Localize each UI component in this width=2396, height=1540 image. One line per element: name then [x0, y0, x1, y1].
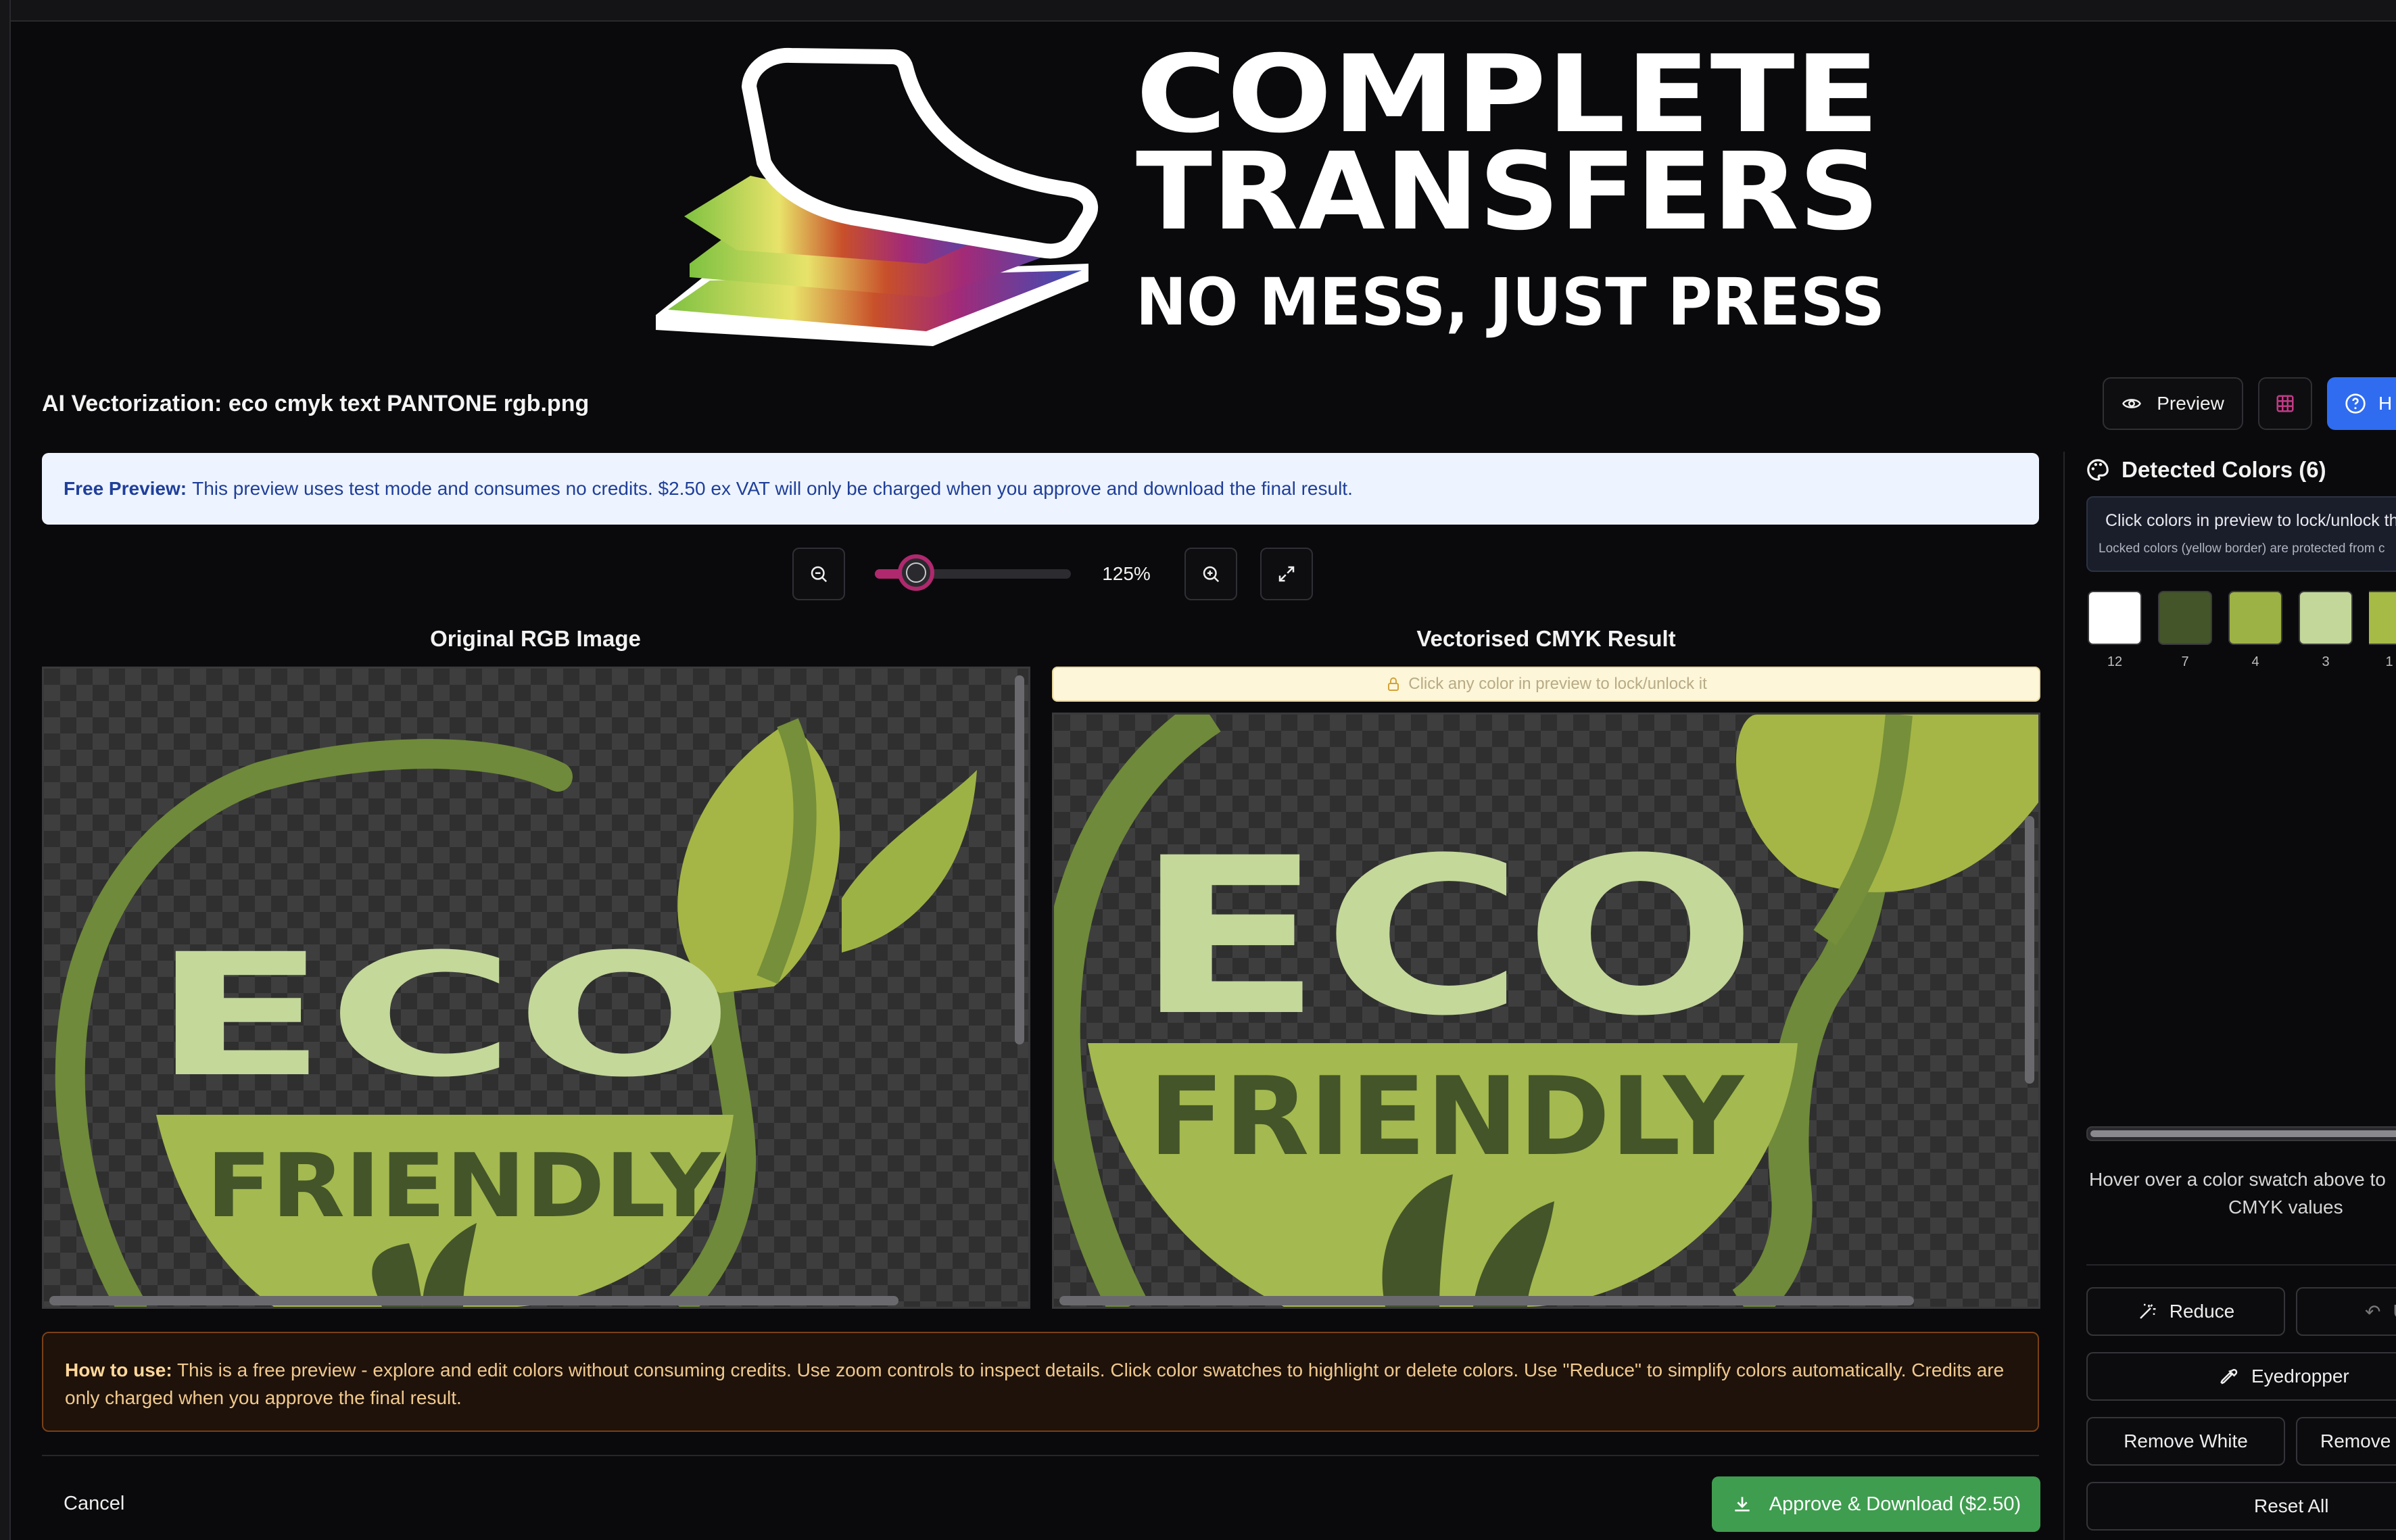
magic-wand-icon [2139, 1303, 2156, 1319]
howto-text: This is a free preview - explore and edi… [65, 1359, 2005, 1408]
approve-download-button[interactable]: Approve & Download ($2.50) [1712, 1476, 2040, 1532]
zoom-slider[interactable] [875, 554, 1071, 591]
expand-icon [1278, 566, 1295, 582]
cancel-button[interactable]: Cancel [64, 1493, 124, 1515]
swatch-chip[interactable] [2369, 591, 2396, 645]
grid-toggle-button[interactable] [2258, 377, 2312, 430]
fullscreen-button[interactable] [1260, 548, 1313, 600]
window-left-edge [0, 0, 11, 1540]
undo-button[interactable]: ↶ U [2296, 1287, 2396, 1336]
remove-white-label: Remove White [2124, 1430, 2248, 1451]
undo-icon: ↶ [2365, 1301, 2381, 1322]
hover-hint: Hover over a color swatch above to CMYK … [2089, 1165, 2396, 1221]
eyedropper-label: Eyedropper [2251, 1366, 2349, 1387]
detected-colors-title: Detected Colors (6) [2085, 457, 2326, 483]
grid-icon [2276, 395, 2294, 412]
zoom-out-icon [811, 566, 828, 583]
remove-white-button[interactable]: Remove White [2086, 1417, 2285, 1466]
logo-tagline: NO MESS, JUST PRESS [1136, 264, 1885, 340]
hover-hint-line-1: Hover over a color swatch above to [2089, 1169, 2386, 1190]
result-eco-text: ECO [1135, 812, 1757, 1063]
palette-icon [2087, 459, 2109, 481]
footer-divider [42, 1455, 2039, 1456]
original-friendly-text: FRIENDLY [206, 1134, 721, 1237]
preview-button[interactable]: Preview [2103, 377, 2243, 430]
help-button[interactable]: H [2327, 377, 2396, 430]
lock-info-line-1: Click colors in preview to lock/unlock t… [2105, 511, 2396, 530]
zoom-in-button[interactable] [1184, 548, 1237, 600]
result-artwork: ECO FRIENDLY [1054, 715, 2038, 1307]
zoom-controls: 125% [792, 548, 1313, 600]
swatch-count: 12 [2107, 654, 2123, 669]
logo-mark [656, 47, 1099, 346]
swatch-chip[interactable] [2088, 591, 2142, 645]
color-swatch[interactable]: 3 [2299, 591, 2353, 670]
how-to-use-panel: How to use: This is a free preview - exp… [42, 1332, 2039, 1432]
result-heading: Vectorised CMYK Result [1416, 626, 1676, 651]
swatch-chip[interactable] [2158, 591, 2212, 645]
original-eco-text: ECO [152, 917, 734, 1114]
remove-label: Remove [2320, 1430, 2391, 1451]
color-swatches: 12 7 4 3 1 [2088, 591, 2396, 670]
result-vertical-scrollbar[interactable] [2025, 816, 2034, 1084]
undo-label: U [2393, 1301, 2396, 1322]
color-swatch[interactable]: 1 [2369, 591, 2396, 670]
swatch-scrollbar[interactable] [2086, 1126, 2396, 1141]
swatch-count: 1 [2385, 654, 2393, 669]
result-image-viewer[interactable]: ECO FRIENDLY [1052, 713, 2040, 1309]
side-separator [2086, 1264, 2396, 1266]
original-image-viewer[interactable]: ECO FRIENDLY [42, 667, 1030, 1309]
lock-icon [1388, 677, 1399, 691]
page-title: AI Vectorization: eco cmyk text PANTONE … [42, 391, 590, 416]
brand-logo: COMPLETE TRANSFERS NO MESS, JUST PRESS [656, 47, 1885, 346]
eye-icon [2122, 399, 2142, 408]
swatch-chip[interactable] [2299, 591, 2353, 645]
zoom-slider-thumb[interactable] [898, 554, 934, 591]
swatch-count: 4 [2251, 654, 2259, 669]
swatch-count: 7 [2181, 654, 2189, 669]
result-friendly-text: FRIENDLY [1149, 1053, 1745, 1180]
eyedropper-button[interactable]: Eyedropper [2086, 1352, 2396, 1401]
free-preview-notice: Free Preview: This preview uses test mod… [42, 453, 2039, 525]
preview-label: Preview [2157, 393, 2224, 414]
reduce-button[interactable]: Reduce [2086, 1287, 2285, 1336]
lock-hint-bar: Click any color in preview to lock/unloc… [1052, 667, 2040, 702]
original-artwork: ECO FRIENDLY [55, 718, 977, 1307]
notice-text: This preview uses test mode and consumes… [192, 478, 1353, 499]
zoom-out-button[interactable] [792, 548, 845, 600]
approve-label: Approve & Download ($2.50) [1769, 1493, 2021, 1515]
howto-bold: How to use: [65, 1359, 172, 1380]
help-circle-icon [2345, 393, 2366, 414]
eyedropper-icon [2220, 1368, 2238, 1385]
swatch-chip[interactable] [2228, 591, 2282, 645]
lock-hint-text: Click any color in preview to lock/unloc… [1408, 675, 1707, 693]
zoom-in-icon [1203, 566, 1220, 583]
hover-hint-line-2: CMYK values [2228, 1197, 2343, 1218]
original-horizontal-scrollbar[interactable] [49, 1296, 899, 1305]
color-swatch[interactable]: 7 [2158, 591, 2212, 670]
download-icon [1735, 1497, 1750, 1512]
color-swatch[interactable]: 4 [2228, 591, 2282, 670]
remove-button[interactable]: Remove [2296, 1417, 2396, 1466]
reset-all-button[interactable]: Reset All [2086, 1482, 2396, 1531]
lock-info-line-2: Locked colors (yellow border) are protec… [2099, 542, 2385, 556]
zoom-level: 125% [1102, 563, 1151, 584]
original-heading: Original RGB Image [430, 626, 641, 651]
color-swatch[interactable]: 12 [2088, 591, 2142, 670]
side-panel-divider [2063, 452, 2065, 1540]
top-actions: Preview H [2103, 377, 2396, 430]
original-vertical-scrollbar[interactable] [1015, 675, 1024, 1044]
result-horizontal-scrollbar[interactable] [1059, 1296, 1914, 1305]
detected-colors-label: Detected Colors (6) [2122, 457, 2326, 482]
swatch-count: 3 [2322, 654, 2330, 669]
reset-label: Reset All [2254, 1495, 2329, 1516]
window-top-edge [0, 0, 2396, 22]
lock-info-box: Click colors in preview to lock/unlock t… [2086, 496, 2396, 572]
help-label: H [2378, 393, 2393, 414]
reduce-label: Reduce [2169, 1301, 2235, 1322]
logo-line-2: TRANSFERS [1136, 130, 1879, 254]
notice-bold: Free Preview: [64, 478, 187, 499]
